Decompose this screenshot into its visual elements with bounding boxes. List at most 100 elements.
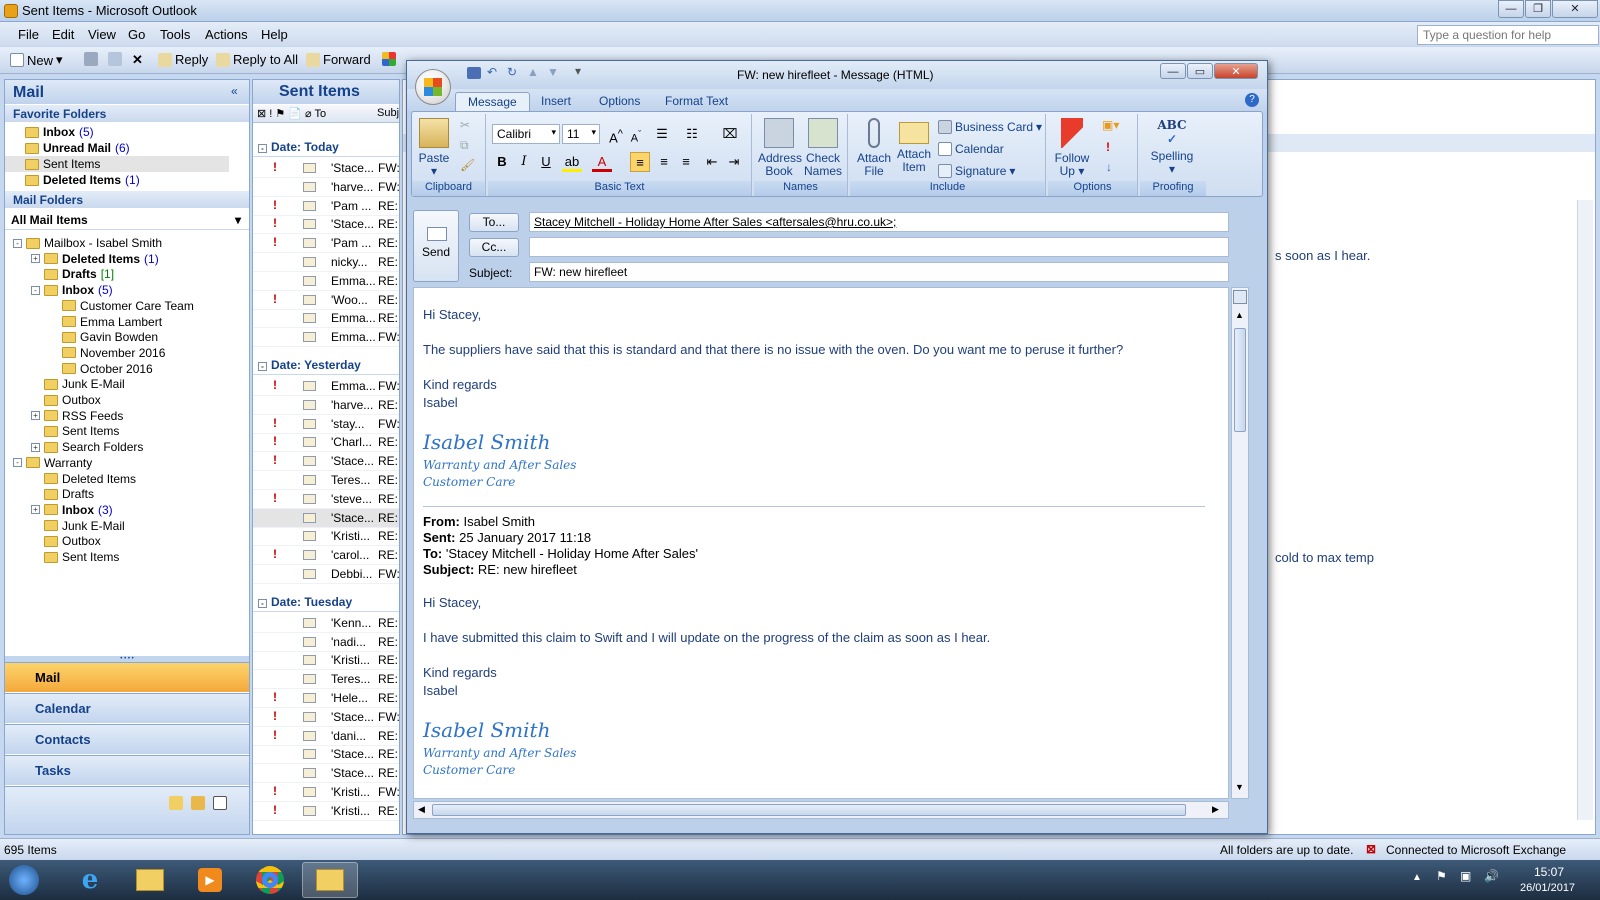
folder-tree-item[interactable]: + Inbox (3) — [31, 502, 113, 518]
collapse-nav-icon[interactable]: « — [231, 84, 238, 98]
folder-tree-item[interactable]: Junk E-Mail — [31, 376, 125, 392]
collapse-icon[interactable]: - — [258, 598, 267, 608]
follow-up-button[interactable]: Follow Up ▾ — [1050, 118, 1094, 178]
reading-scrollbar[interactable] — [1577, 200, 1593, 820]
message-row[interactable]: 'Kristi... RE: — [253, 651, 399, 671]
numbering-icon[interactable]: ☷ — [682, 124, 702, 144]
send-button[interactable]: Send — [413, 210, 459, 282]
to-field[interactable]: Stacey Mitchell - Holiday Home After Sal… — [529, 212, 1229, 232]
taskbar-explorer[interactable] — [122, 862, 178, 898]
nav-button-contacts[interactable]: Contacts — [5, 724, 249, 754]
minimize-button[interactable]: — — [1498, 0, 1524, 18]
signature-button[interactable]: Signature ▾ — [938, 164, 1015, 178]
to-button[interactable]: To... — [469, 213, 519, 232]
volume-icon[interactable]: 🔊 — [1484, 869, 1499, 883]
folder-tree-item[interactable]: Sent Items — [31, 423, 119, 439]
folder-tree-item[interactable]: Gavin Bowden — [49, 329, 158, 345]
tab-insert[interactable]: Insert — [529, 92, 583, 111]
menu-edit[interactable]: Edit — [52, 27, 74, 42]
font-color-icon[interactable]: A — [592, 152, 612, 172]
taskbar-outlook[interactable] — [302, 862, 358, 898]
all-mail-items-dropdown[interactable]: All Mail Items ▾ — [5, 210, 249, 230]
copy-icon[interactable]: ⧉ — [460, 138, 469, 153]
message-row[interactable]: 'Kristi... RE: — [253, 527, 399, 547]
nav-button-calendar[interactable]: Calendar — [5, 693, 249, 723]
nav-button-tasks[interactable]: Tasks — [5, 755, 249, 785]
menu-help[interactable]: Help — [261, 27, 288, 42]
spelling-button[interactable]: ABC ✓ Spelling ▾ — [1144, 118, 1200, 176]
help-icon[interactable]: ? — [1245, 93, 1259, 107]
scroll-left-icon[interactable]: ◀ — [418, 804, 425, 815]
body-vertical-scrollbar[interactable]: ▲ ▼ — [1231, 287, 1249, 799]
forward-button[interactable]: Forward — [306, 52, 371, 67]
tab-options[interactable]: Options — [587, 92, 652, 111]
body-horizontal-scrollbar[interactable]: ◀ ▶ — [413, 801, 1229, 819]
date-group-header[interactable]: - Date: Tuesday — [253, 592, 399, 612]
date-group-header[interactable]: - Date: Yesterday — [253, 355, 399, 375]
column-to[interactable]: To — [315, 108, 327, 120]
save-icon[interactable] — [467, 67, 481, 79]
menu-view[interactable]: View — [88, 27, 116, 42]
previous-item-icon[interactable]: ▲ — [527, 65, 539, 79]
message-maximize-button[interactable]: ▭ — [1187, 63, 1213, 79]
message-row[interactable]: Debbi... FW: — [253, 565, 399, 584]
show-hidden-icons[interactable]: ▲ — [1412, 872, 1422, 883]
cut-icon[interactable]: ✂ — [460, 118, 470, 132]
calendar-button[interactable]: Calendar — [938, 142, 1004, 156]
shortcuts-icon[interactable] — [213, 796, 227, 810]
folder-tree-item[interactable]: Drafts [1] — [31, 266, 114, 282]
scroll-thumb[interactable] — [432, 804, 1186, 816]
message-row[interactable]: ! 'Charl... RE: — [253, 433, 399, 453]
connection-status[interactable]: Connected to Microsoft Exchange — [1386, 843, 1566, 857]
message-row[interactable]: ! 'stay... FW: — [253, 415, 399, 434]
reply-button[interactable]: Reply — [158, 52, 208, 67]
undo-icon[interactable]: ↶ — [487, 65, 497, 79]
message-row[interactable]: ! 'Hele... RE: — [253, 689, 399, 708]
message-row[interactable]: ! 'Woo... RE: — [253, 291, 399, 310]
expand-icon[interactable]: + — [31, 442, 40, 452]
scroll-right-icon[interactable]: ▶ — [1212, 804, 1219, 815]
subject-field[interactable]: FW: new hirefleet — [529, 262, 1229, 282]
cc-field[interactable] — [529, 237, 1229, 257]
column-subject[interactable]: Subj — [377, 107, 399, 119]
new-button[interactable]: New ▾ — [10, 52, 63, 68]
folder-tree-item[interactable]: - Inbox (5) — [31, 282, 113, 298]
attach-file-button[interactable]: Attach File — [854, 118, 894, 178]
font-name-combo[interactable]: Calibri ▾ — [492, 124, 560, 144]
message-row[interactable]: nicky... RE: — [253, 253, 399, 272]
favorite-folders-header[interactable]: Favorite Folders — [5, 105, 249, 122]
italic-icon[interactable]: I — [514, 152, 534, 172]
increase-indent-icon[interactable]: ⇥ — [724, 152, 744, 172]
message-row[interactable]: Emma... FW: — [253, 328, 399, 348]
print-button[interactable] — [84, 52, 98, 66]
collapse-icon[interactable]: - — [13, 238, 22, 248]
folder-tree-item[interactable]: Customer Care Team — [49, 298, 194, 314]
menu-go[interactable]: Go — [128, 27, 145, 42]
tab-format-text[interactable]: Format Text — [653, 92, 740, 111]
folder-tree-item[interactable]: Outbox — [31, 533, 101, 549]
message-row[interactable]: ! Emma... FW: — [253, 377, 399, 396]
collapse-icon[interactable]: - — [258, 362, 267, 371]
message-row[interactable]: ! 'Pam ... RE: — [253, 234, 399, 254]
clock-time[interactable]: 15:07 — [1534, 865, 1564, 879]
favorite-folder-item[interactable]: Deleted Items (1) — [25, 172, 249, 188]
clock-date[interactable]: 26/01/2017 — [1520, 882, 1575, 894]
decrease-indent-icon[interactable]: ⇤ — [702, 152, 722, 172]
action-center-icon[interactable]: ⚑ — [1436, 869, 1447, 883]
message-row[interactable]: 'Kenn... RE: — [253, 614, 399, 633]
message-row[interactable]: 'nadi... RE: — [253, 633, 399, 652]
underline-icon[interactable]: U — [536, 152, 556, 172]
taskbar-chrome[interactable] — [242, 862, 298, 898]
folder-tree-item[interactable]: Outbox — [31, 392, 101, 408]
message-row[interactable]: ! 'dani... RE: — [253, 727, 399, 746]
folder-list-icon[interactable] — [191, 796, 205, 810]
message-row[interactable]: ! 'Stace... RE: — [253, 215, 399, 235]
highlight-icon[interactable]: ab — [562, 152, 582, 172]
message-row[interactable]: Emma... RE: — [253, 309, 399, 329]
message-row[interactable]: ! 'Stace... FW: — [253, 708, 399, 727]
categorize-icon[interactable]: ▣▾ — [1102, 118, 1119, 132]
tab-message[interactable]: Message — [455, 92, 530, 111]
restore-button[interactable]: ❐ — [1525, 0, 1551, 18]
scroll-up-icon[interactable]: ▲ — [1235, 310, 1244, 320]
collapse-icon[interactable]: - — [31, 285, 40, 295]
